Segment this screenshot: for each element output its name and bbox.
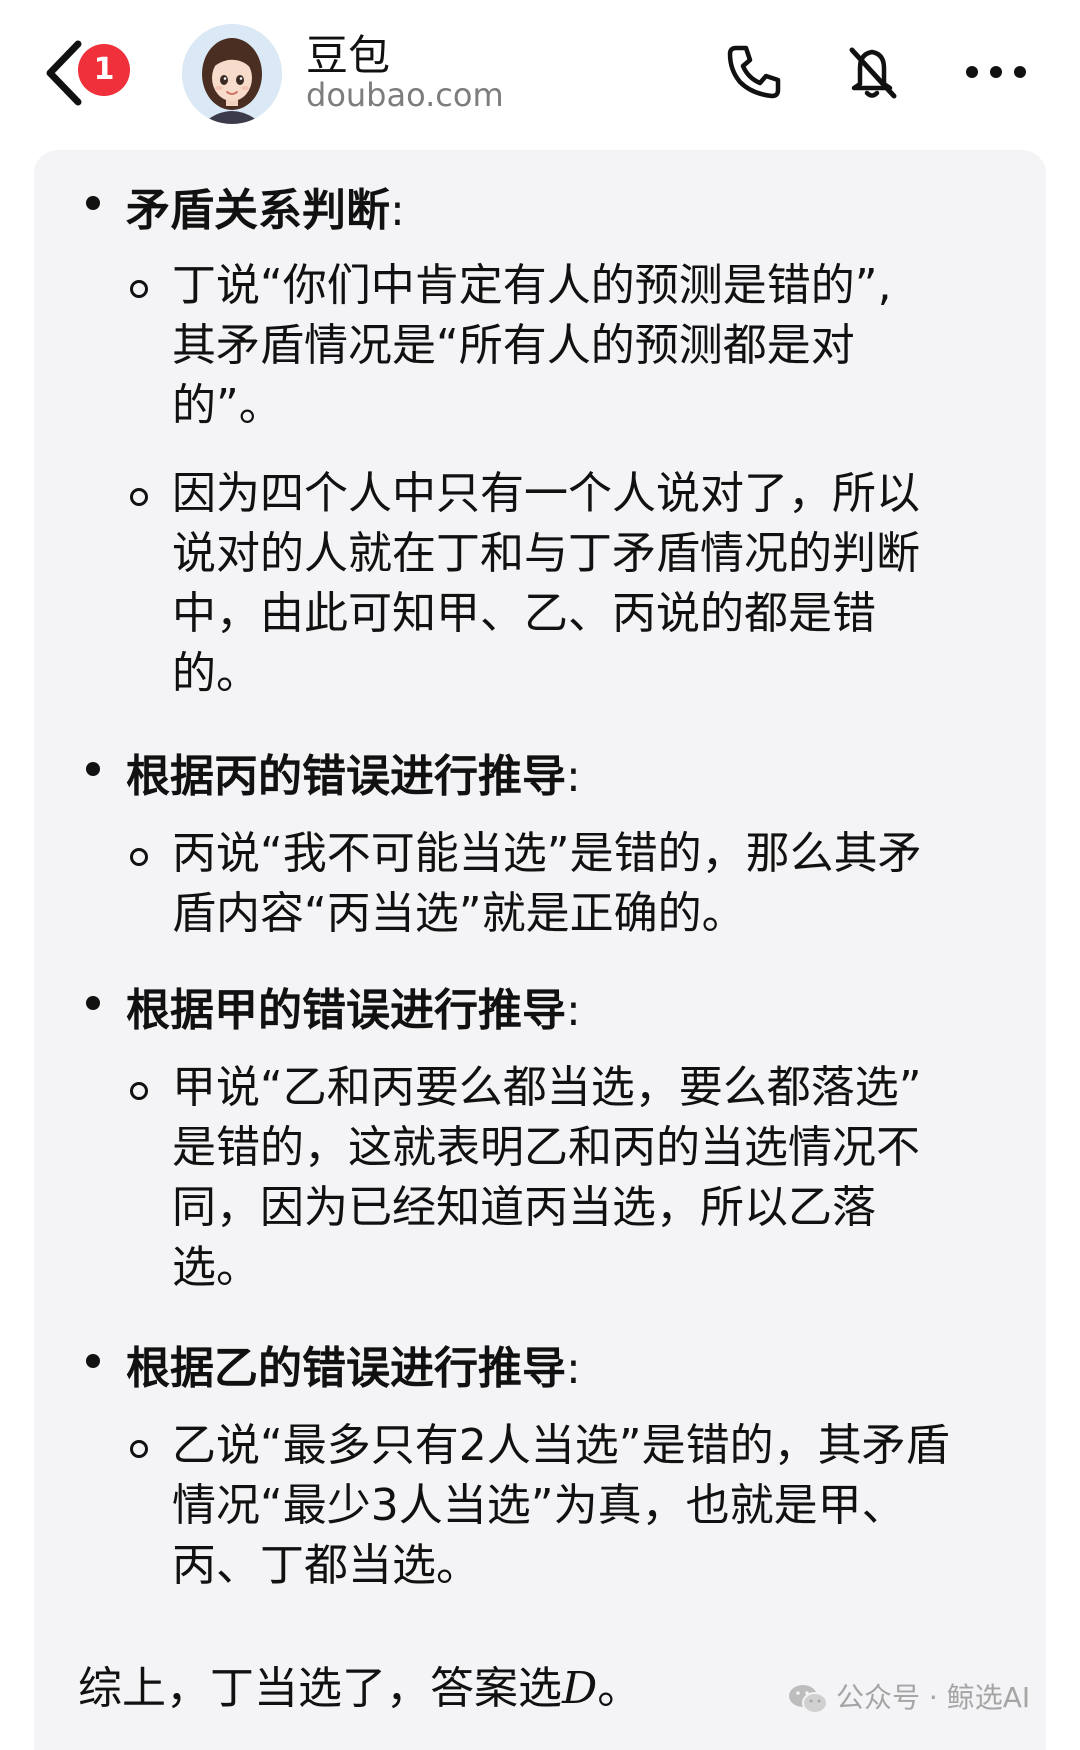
- section-heading: 根据丙的错误进行推导:: [126, 751, 581, 802]
- bell-off-icon: [849, 47, 897, 99]
- more-dots-icon: [966, 66, 1026, 78]
- sub-bullet-ring: [130, 1440, 148, 1458]
- list-item: 甲说“乙和丙要么都当选，要么都落选” 是错的，这就表明乙和丙的当选情况不 同，因…: [172, 1062, 922, 1293]
- bot-domain: doubao.com: [306, 76, 504, 114]
- more-options-button[interactable]: [964, 40, 1028, 104]
- bullet-dot: [86, 1354, 100, 1368]
- bullet-dot: [86, 996, 100, 1010]
- section-heading: 矛盾关系判断:: [126, 185, 405, 236]
- answer-letter: D: [562, 1663, 598, 1714]
- section-heading: 根据甲的错误进行推导:: [126, 985, 581, 1036]
- avatar-girl-icon: [182, 24, 282, 124]
- phone-call-button[interactable]: [722, 40, 786, 104]
- list-item: 乙说“最多只有2人当选”是错的，其矛盾 情况“最少3人当选”为真，也就是甲、 丙…: [172, 1420, 950, 1591]
- section-heading: 根据乙的错误进行推导:: [126, 1343, 581, 1394]
- unread-badge: 1: [78, 44, 130, 96]
- bullet-dot: [86, 196, 100, 210]
- summary-line: 综上，丁当选了，答案选D。: [78, 1663, 642, 1714]
- sub-bullet-ring: [130, 848, 148, 866]
- back-button[interactable]: 1: [44, 34, 144, 114]
- watermark: 公众号 · 鲸选AI: [788, 1676, 1030, 1716]
- sub-bullet-ring: [130, 1082, 148, 1100]
- sub-bullet-ring: [130, 280, 148, 298]
- phone-icon: [727, 45, 781, 99]
- mute-toggle[interactable]: [840, 40, 904, 104]
- list-item: 因为四个人中只有一个人说对了，所以 说对的人就在丁和与丁矛盾情况的判断 中，由此…: [172, 468, 920, 699]
- sub-bullet-ring: [130, 488, 148, 506]
- wechat-icon: [789, 1685, 828, 1714]
- bot-name: 豆包: [306, 31, 391, 80]
- list-item: 丙说“我不可能当选”是错的，那么其矛 盾内容“丙当选”就是正确的。: [172, 828, 922, 939]
- bot-avatar[interactable]: [182, 24, 282, 124]
- bullet-dot: [86, 762, 100, 776]
- chat-header: 1 豆包 doubao.com: [0, 0, 1080, 150]
- list-item: 丁说“你们中肯定有人的预测是错的”, 其矛盾情况是“所有人的预测都是对 的”。: [172, 260, 892, 431]
